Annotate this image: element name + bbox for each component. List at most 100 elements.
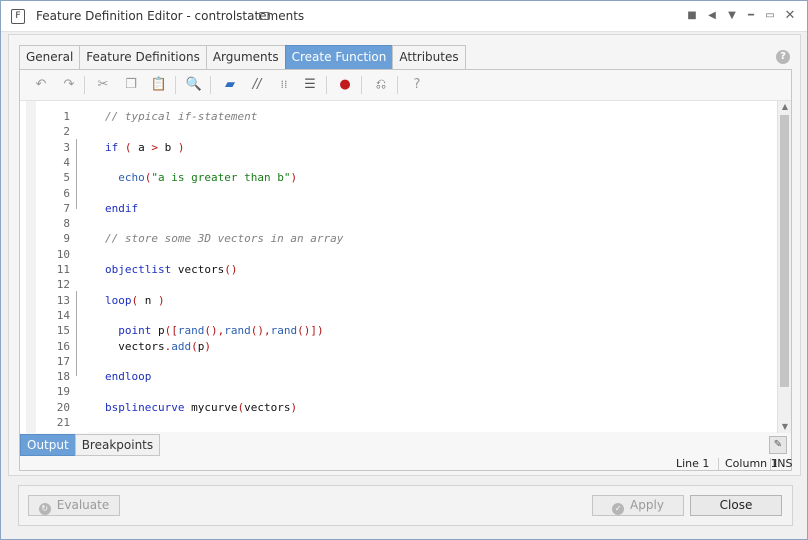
app-icon: F: [11, 9, 25, 24]
code-token: bsplinecurve: [105, 400, 185, 414]
next-icon[interactable]: ▼: [724, 8, 740, 24]
code-line[interactable]: endloop: [105, 369, 151, 384]
evaluate-label: Evaluate: [56, 498, 110, 512]
code-token: objectlist: [105, 263, 172, 276]
code-line[interactable]: bsplinecurve mycurve(vectors): [105, 400, 297, 415]
code-line[interactable]: objectlist vectors(): [105, 262, 237, 277]
line-number: 4: [63, 155, 70, 169]
stop-icon[interactable]: ■: [684, 8, 700, 24]
pin-output-icon[interactable]: ✎: [769, 436, 787, 454]
code-token: add: [171, 339, 192, 353]
help-icon[interactable]: ?: [408, 76, 426, 94]
toolbar-divider: [361, 76, 362, 94]
uncomment-icon[interactable]: ⁞⁞: [275, 76, 293, 94]
tab-create-function[interactable]: Create Function: [284, 45, 394, 69]
vertical-scrollbar[interactable]: ▲ ▼: [777, 101, 791, 433]
line-number: 1: [63, 110, 70, 123]
line-number: 14: [56, 308, 70, 322]
toolbar-divider: [326, 76, 327, 94]
copy-icon[interactable]: ❐: [122, 76, 140, 94]
apply-button[interactable]: ✓ Apply: [592, 495, 684, 516]
line-number: 3: [63, 140, 70, 154]
code-token: ): [290, 400, 298, 414]
line-number: 9: [63, 232, 70, 246]
code-token: rand: [177, 324, 205, 338]
line-number: 11: [56, 263, 70, 276]
tab-breakpoints[interactable]: Breakpoints: [74, 434, 161, 456]
feature-definition-editor-window: F Feature Definition Editor - controlsta…: [0, 0, 808, 540]
code-token: // store some 3D vectors in an array: [105, 232, 344, 246]
folder-icon[interactable]: ▰: [221, 76, 239, 94]
tab-general[interactable]: General: [19, 45, 81, 69]
scrollbar-thumb[interactable]: [780, 115, 789, 387]
paste-icon[interactable]: 📋: [150, 76, 168, 94]
apply-label: Apply: [630, 498, 664, 512]
code-token: ): [290, 171, 298, 185]
code-line[interactable]: // typical if-statement: [105, 109, 257, 124]
code-token: ([: [164, 324, 178, 338]
toolbar-divider: [175, 76, 176, 94]
code-token: vectors: [171, 263, 225, 276]
redo-icon[interactable]: ↷: [60, 76, 78, 94]
code-line[interactable]: endif: [105, 201, 138, 216]
undo-icon[interactable]: ↶: [32, 76, 50, 94]
help-icon[interactable]: ?: [776, 50, 790, 64]
run-to-cursor-icon[interactable]: ⎌: [372, 76, 390, 94]
tab-attributes[interactable]: Attributes: [392, 45, 466, 69]
code-token: "a is greater than b": [151, 171, 291, 185]
line-number: 6: [63, 186, 70, 200]
code-editor[interactable]: 1 2 3 4 5 6 7 8 9 10 11 12 13 14 15 16 17 18 19 20 21 // typ…: [20, 100, 791, 433]
evaluate-icon: ↻: [38, 503, 51, 515]
indent-icon[interactable]: ☰: [301, 76, 319, 94]
evaluate-button[interactable]: ↻ Evaluate: [28, 495, 120, 516]
title-bar: F Feature Definition Editor - controlsta…: [1, 1, 807, 32]
breakpoint-margin[interactable]: [26, 101, 36, 433]
checkmark-icon: ✓: [612, 503, 625, 515]
code-token: ): [151, 293, 165, 307]
code-token: (): [224, 263, 238, 276]
fold-marker-if[interactable]: [76, 139, 82, 209]
code-line[interactable]: // store some 3D vectors in an array: [105, 231, 343, 246]
line-number: 19: [56, 385, 70, 399]
tab-feature-definitions[interactable]: Feature Definitions: [79, 45, 207, 69]
line-number: 15: [56, 324, 70, 338]
cut-icon[interactable]: ✂: [94, 76, 112, 94]
code-line[interactable]: echo("a is greater than b"): [105, 170, 297, 185]
code-token: (: [118, 140, 139, 154]
find-icon[interactable]: 🔍: [185, 76, 203, 94]
code-line[interactable]: loop( n ): [105, 293, 165, 308]
scroll-down-icon[interactable]: ▼: [780, 421, 790, 433]
code-token: >: [144, 140, 165, 154]
line-number: 13: [56, 293, 70, 307]
fold-marker-loop[interactable]: [76, 291, 82, 376]
minimize-icon[interactable]: ━: [743, 8, 759, 24]
line-number: 12: [56, 278, 70, 292]
toggle-breakpoint-icon[interactable]: ●: [336, 76, 354, 94]
previous-icon[interactable]: ◀: [704, 8, 720, 24]
main-panel: General Feature Definitions Arguments Cr…: [8, 34, 801, 476]
line-number: 21: [56, 416, 70, 429]
code-line[interactable]: point p([rand(),rand(),rand()]): [105, 323, 323, 338]
editor-toolbar: ↶ ↷ ✂ ❐ 📋 🔍 ▰ // ⁞⁞ ☰ ● ⎌ ?: [20, 70, 791, 100]
code-line[interactable]: vectors.add(p): [105, 339, 211, 354]
toolbar-divider: [397, 76, 398, 94]
scroll-up-icon[interactable]: ▲: [780, 101, 790, 113]
window-menu-icon[interactable]: [259, 12, 270, 20]
code-line[interactable]: if ( a > b ): [105, 140, 185, 155]
insert-mode-indicator: INS: [774, 457, 793, 470]
maximize-icon[interactable]: ▭: [762, 8, 778, 24]
code-token: rand: [270, 324, 298, 338]
create-function-panel: ↶ ↷ ✂ ❐ 📋 🔍 ▰ // ⁞⁞ ☰ ● ⎌ ? 1 2 3 4 5 6 …: [19, 69, 792, 471]
code-token: mycurve: [184, 400, 238, 414]
tab-arguments[interactable]: Arguments: [205, 45, 286, 69]
code-token: if: [105, 140, 119, 154]
comment-icon[interactable]: //: [248, 76, 266, 94]
tab-output[interactable]: Output: [20, 434, 76, 456]
line-number: 5: [63, 171, 70, 185]
dialog-footer: ↻ Evaluate ✓ Apply Close: [18, 485, 793, 526]
toolbar-divider: [210, 76, 211, 94]
close-icon[interactable]: ✕: [782, 8, 798, 24]
close-button[interactable]: Close: [690, 495, 782, 516]
line-number: 17: [56, 354, 70, 368]
code-token: ): [171, 140, 185, 154]
